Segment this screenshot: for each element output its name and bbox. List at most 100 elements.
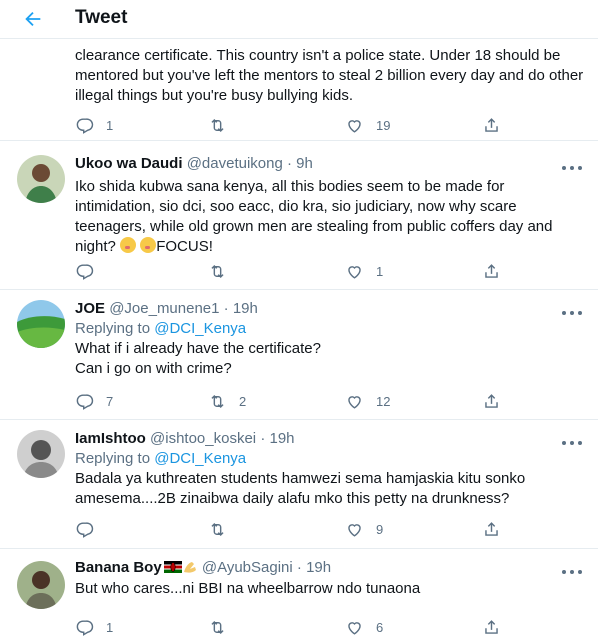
avatar-image — [17, 430, 65, 478]
display-name[interactable]: Ukoo wa Daudi — [75, 155, 183, 172]
tweet-header: Banana Boy @AyubSagini · 19h — [75, 558, 584, 578]
back-button[interactable] — [18, 4, 48, 34]
retweet-icon — [211, 118, 224, 132]
page-title: Tweet — [75, 7, 128, 28]
kenya-flag-icon — [163, 561, 182, 573]
share-icon — [485, 117, 498, 132]
tweet-text-line: What if i already have the certificate? — [75, 340, 321, 357]
display-name[interactable]: JOE — [75, 300, 105, 317]
separator-dot: · — [286, 155, 292, 172]
display-name[interactable]: Banana Boy — [75, 559, 162, 576]
replying-to-label: Replying to — [75, 450, 151, 467]
tweet-text: But who cares...ni BBI na wheelbarrow nd… — [75, 580, 421, 597]
avatar[interactable] — [17, 155, 65, 203]
timestamp[interactable]: 9h — [296, 155, 313, 172]
heart-icon — [348, 395, 361, 409]
tweet[interactable]: Ukoo wa Daudi @davetuikong · 9h Iko shid… — [0, 141, 598, 290]
avatar[interactable] — [17, 430, 65, 478]
share-icon — [485, 393, 498, 408]
retweet-icon — [211, 522, 224, 536]
reply-icon — [76, 393, 94, 410]
more-options-button[interactable] — [562, 306, 582, 320]
share-button[interactable] — [482, 259, 501, 283]
user-handle[interactable]: @AyubSagini — [202, 559, 293, 576]
tweet-text-line: Can i go on with crime? — [75, 360, 232, 377]
share-icon — [485, 263, 498, 278]
like-count: 6 — [376, 619, 384, 635]
waving-hand-icon — [183, 562, 196, 573]
tweet-actions: 1 — [75, 259, 498, 283]
reply-count: 7 — [106, 393, 114, 409]
tweet-actions: 1 19 — [75, 113, 498, 137]
like-button[interactable]: 6 — [345, 615, 383, 639]
avatar-image — [17, 155, 65, 203]
mention-link[interactable]: @DCI_Kenya — [154, 450, 246, 467]
more-options-button[interactable] — [562, 436, 582, 450]
retweet-button[interactable] — [208, 517, 227, 541]
replying-to: Replying to @DCI_Kenya — [75, 319, 584, 339]
retweet-button[interactable] — [208, 113, 227, 137]
tweet-text-block: Iko shida kubwa sana kenya, all this bod… — [75, 177, 584, 257]
reply-count: 1 — [106, 619, 114, 635]
separator-dot: · — [260, 430, 266, 447]
more-options-button[interactable] — [562, 565, 582, 579]
user-handle[interactable]: @davetuikong — [187, 155, 283, 172]
like-count: 9 — [376, 521, 384, 537]
reply-button[interactable]: 7 — [75, 389, 113, 413]
more-options-button[interactable] — [562, 161, 582, 175]
reply-feed: clearance certificate. This country isn'… — [0, 38, 598, 642]
reply-icon — [76, 117, 94, 134]
tweet[interactable]: JOE @Joe_munene1 · 19h Replying to @DCI_… — [0, 290, 598, 420]
retweet-icon — [211, 394, 224, 408]
like-button[interactable]: 12 — [345, 389, 390, 413]
share-button[interactable] — [482, 517, 501, 541]
like-button[interactable]: 19 — [345, 113, 390, 137]
heart-icon — [348, 119, 361, 133]
tweet[interactable]: clearance certificate. This country isn'… — [0, 38, 598, 141]
display-name[interactable]: IamIshtoo — [75, 430, 146, 447]
timestamp[interactable]: 19h — [233, 300, 258, 317]
like-button[interactable]: 9 — [345, 517, 383, 541]
tweet-actions: 7 2 12 — [75, 389, 498, 413]
retweet-icon — [211, 620, 224, 634]
tweet-header: IamIshtoo @ishtoo_koskei · 19h — [75, 429, 584, 449]
share-button[interactable] — [482, 389, 501, 413]
timestamp[interactable]: 19h — [269, 430, 294, 447]
retweet-count: 2 — [239, 393, 247, 409]
tweet-text: clearance certificate. This country isn'… — [75, 47, 584, 104]
share-button[interactable] — [482, 113, 501, 137]
share-icon — [485, 619, 498, 634]
avatar-image — [17, 300, 65, 348]
tweet[interactable]: IamIshtoo @ishtoo_koskei · 19h Replying … — [0, 420, 598, 549]
arrow-left-icon — [25, 11, 41, 27]
retweet-button[interactable] — [208, 259, 227, 283]
kissing-face-icon — [120, 237, 137, 253]
tweet-text: Badala ya kuthreaten students hamwezi se… — [75, 470, 526, 507]
timestamp[interactable]: 19h — [306, 559, 331, 576]
like-count: 19 — [376, 117, 391, 133]
avatar[interactable] — [17, 561, 65, 609]
retweet-button[interactable]: 2 — [208, 389, 246, 413]
share-button[interactable] — [482, 615, 501, 639]
heart-icon — [348, 621, 361, 635]
replying-to-label: Replying to — [75, 320, 151, 337]
top-bar: Tweet — [0, 0, 598, 39]
reply-button[interactable]: 1 — [75, 615, 113, 639]
heart-icon — [348, 523, 361, 537]
reply-button[interactable] — [75, 259, 94, 283]
reply-button[interactable] — [75, 517, 94, 541]
reply-button[interactable]: 1 — [75, 113, 113, 137]
tweet-text-tail: FOCUS! — [156, 238, 213, 255]
like-button[interactable]: 1 — [345, 259, 383, 283]
avatar-image — [17, 561, 65, 609]
user-handle[interactable]: @Joe_munene1 — [109, 300, 219, 317]
tweet[interactable]: Banana Boy @AyubSagini · 19h But who car… — [0, 549, 598, 642]
retweet-button[interactable] — [208, 615, 227, 639]
tweet-header: Ukoo wa Daudi @davetuikong · 9h — [75, 154, 584, 174]
avatar[interactable] — [17, 300, 65, 348]
user-handle[interactable]: @ishtoo_koskei — [150, 430, 256, 447]
kissing-face-icon — [140, 237, 157, 253]
replying-to: Replying to @DCI_Kenya — [75, 449, 584, 469]
retweet-icon — [211, 264, 224, 278]
mention-link[interactable]: @DCI_Kenya — [154, 320, 246, 337]
